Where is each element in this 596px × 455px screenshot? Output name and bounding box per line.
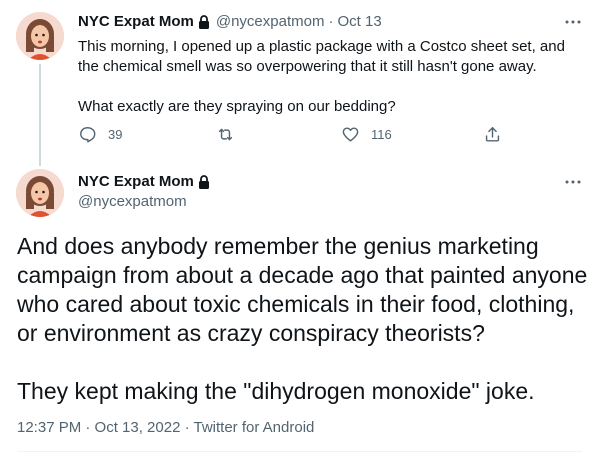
lock-icon [196, 14, 212, 30]
divider [17, 451, 582, 452]
tweet2-header: NYC Expat Mom [78, 172, 212, 192]
avatar[interactable] [16, 12, 64, 60]
like-icon [342, 127, 359, 142]
like-button[interactable]: 116 [341, 125, 392, 144]
tweet1-text-paragraph: What exactly are they spraying on our be… [78, 98, 396, 115]
retweet-icon [218, 128, 233, 141]
thread-connector-line [39, 64, 41, 166]
share-button[interactable] [483, 125, 502, 144]
tweet2-text-paragraph: And does anybody remember the genius mar… [17, 233, 588, 346]
tweet1-header: NYC Expat Mom @nycexpatmom · Oct 13 [78, 12, 382, 32]
avatar-illustration [16, 169, 64, 217]
more-icon[interactable] [563, 12, 583, 32]
separator-dot: · [328, 13, 334, 30]
tweet2-text-paragraph: They kept making the "dihydrogen monoxid… [17, 378, 535, 404]
tweet1-body: This morning, I opened up a plastic pack… [78, 37, 578, 117]
tweet1-text-paragraph: This morning, I opened up a plastic pack… [78, 38, 565, 75]
avatar-illustration [16, 12, 64, 60]
reply-count: 39 [108, 127, 123, 142]
display-name[interactable]: NYC Expat Mom [78, 12, 194, 32]
tweet-metadata[interactable]: 12:37 PM · Oct 13, 2022 · Twitter for An… [17, 418, 314, 438]
display-name[interactable]: NYC Expat Mom [78, 172, 194, 192]
lock-icon [196, 174, 212, 190]
avatar[interactable] [16, 169, 64, 217]
handle[interactable]: @nycexpatmom [216, 12, 325, 32]
reply-icon [80, 127, 96, 143]
share-icon [485, 127, 500, 142]
handle[interactable]: @nycexpatmom [78, 192, 187, 212]
tweet-date[interactable]: Oct 13 [337, 12, 381, 32]
retweet-button[interactable] [216, 125, 235, 144]
more-icon[interactable] [563, 172, 583, 192]
tweet2-body: And does anybody remember the genius mar… [17, 232, 592, 406]
reply-button[interactable]: 39 [78, 125, 122, 144]
like-count: 116 [371, 127, 392, 142]
